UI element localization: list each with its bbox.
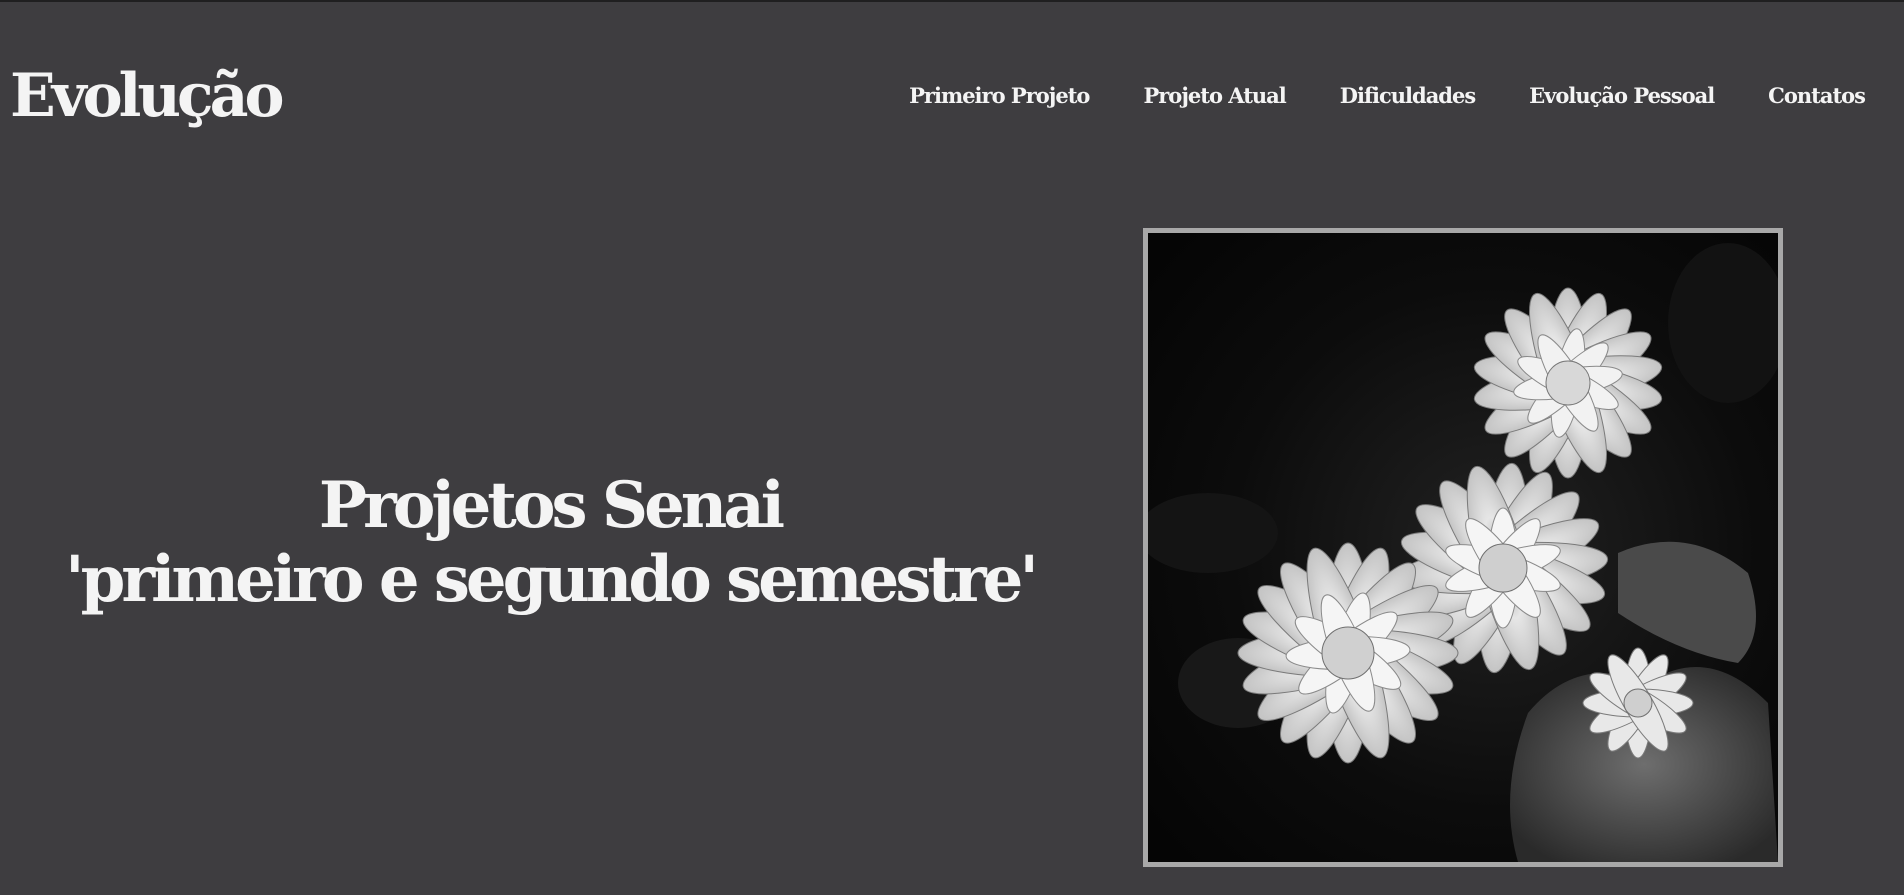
nav-link-contatos[interactable]: Contatos (1768, 82, 1866, 110)
flower-photo (1143, 228, 1783, 867)
nav-link-evolucao-pessoal[interactable]: Evolução Pessoal (1529, 82, 1715, 110)
nav-link-dificuldades[interactable]: Dificuldades (1340, 82, 1476, 110)
hero-title-line-1: Projetos Senai (318, 468, 785, 543)
nav-link-primeiro-projeto[interactable]: Primeiro Projeto (909, 82, 1090, 110)
chrysanthemum-illustration (1148, 233, 1778, 862)
main-nav: Primeiro Projeto Projeto Atual Dificulda… (909, 82, 1866, 110)
site-header: Evolução Primeiro Projeto Projeto Atual … (0, 2, 1904, 192)
site-logo[interactable]: Evolução (10, 60, 284, 132)
hero-title-line-2: 'primeiro e segundo semestre' (65, 542, 1039, 617)
hero-title: Projetos Senai 'primeiro e segundo semes… (50, 469, 1050, 617)
nav-link-projeto-atual[interactable]: Projeto Atual (1143, 82, 1286, 110)
